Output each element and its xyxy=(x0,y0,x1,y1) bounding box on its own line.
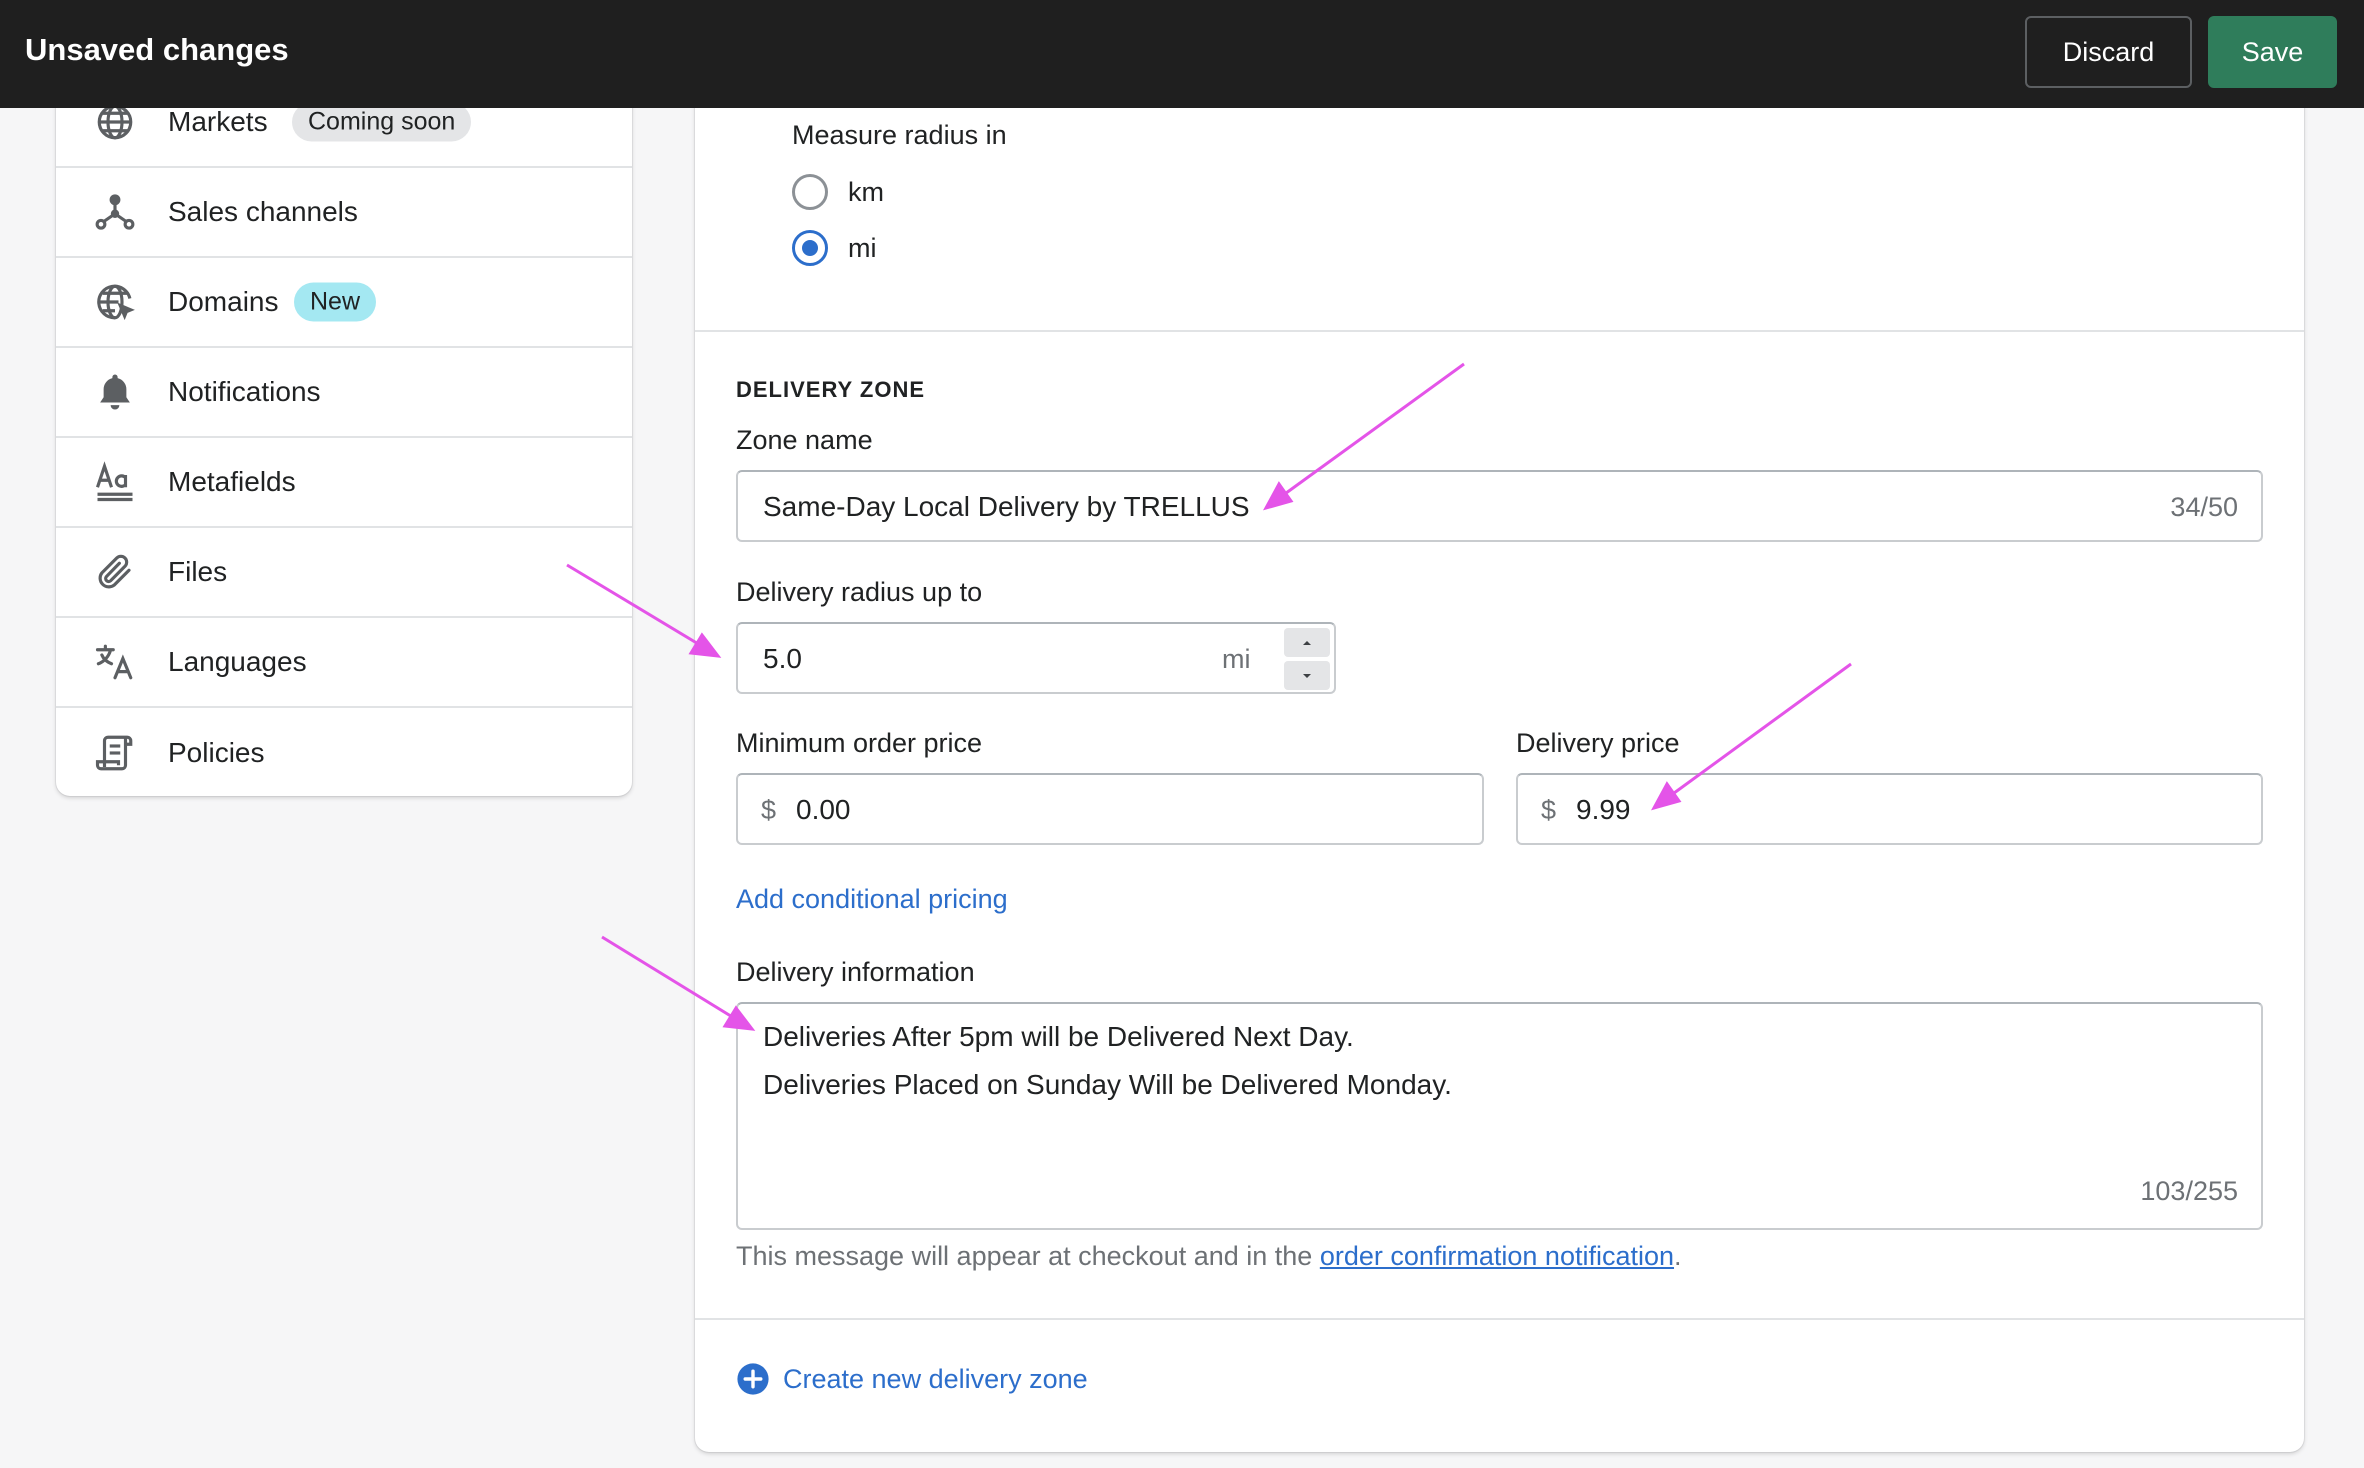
currency-prefix: $ xyxy=(761,795,777,825)
sidebar-item-label: Sales channels xyxy=(168,196,358,227)
translate-icon xyxy=(94,641,136,683)
delivery-price-value: 9.99 xyxy=(1576,794,1631,825)
delivery-zone-heading: DELIVERY ZONE xyxy=(736,377,926,402)
delivery-information-label: Delivery information xyxy=(736,957,975,987)
stepper-up-button[interactable] xyxy=(1284,628,1330,657)
stepper-down-button[interactable] xyxy=(1284,661,1330,690)
sidebar-item-sales-channels[interactable]: Sales channels xyxy=(56,168,632,258)
sidebar-item-files[interactable]: Files xyxy=(56,528,632,618)
zone-name-label: Zone name xyxy=(736,425,873,455)
sidebar-item-label: Files xyxy=(168,556,228,587)
delivery-information-char-count: 103/255 xyxy=(2140,1176,2238,1206)
radio-km[interactable] xyxy=(792,174,828,210)
discard-button[interactable]: Discard xyxy=(2025,16,2192,88)
measure-radius-label: Measure radius in xyxy=(792,120,1007,150)
section-divider xyxy=(695,1318,2304,1320)
delivery-settings-card: Measure radius in km mi DELIVERY ZONE Zo… xyxy=(695,90,2304,1452)
delivery-radius-label: Delivery radius up to xyxy=(736,577,983,607)
add-conditional-pricing-link[interactable]: Add conditional pricing xyxy=(736,884,1008,915)
zone-name-char-count: 34/50 xyxy=(2170,492,2238,522)
sidebar-item-label: Metafields xyxy=(168,466,296,497)
radio-km-label: km xyxy=(848,177,884,207)
zone-name-input[interactable]: Same-Day Local Delivery by TRELLUS 34/50 xyxy=(736,470,2263,542)
zone-name-value: Same-Day Local Delivery by TRELLUS xyxy=(763,491,1250,522)
bell-icon xyxy=(94,371,136,413)
create-new-delivery-zone-label: Create new delivery zone xyxy=(783,1363,1088,1394)
save-button[interactable]: Save xyxy=(2208,16,2337,88)
sidebar-item-languages[interactable]: Languages xyxy=(56,618,632,708)
delivery-radius-unit: mi xyxy=(1222,644,1251,674)
globe-cursor-icon xyxy=(94,281,136,323)
order-confirmation-notification-link[interactable]: order confirmation notification xyxy=(1320,1241,1674,1271)
minimum-order-price-input[interactable]: $ 0.00 xyxy=(736,773,1484,845)
sidebar-item-domains[interactable]: Domains New xyxy=(56,258,632,348)
unsaved-changes-title: Unsaved changes xyxy=(25,32,289,67)
new-badge: New xyxy=(294,282,377,322)
help-text-end: . xyxy=(1674,1241,1682,1271)
create-new-delivery-zone-button[interactable]: Create new delivery zone xyxy=(736,1362,1088,1396)
sales-channels-icon xyxy=(94,191,136,233)
sidebar-item-policies[interactable]: Policies xyxy=(56,708,632,796)
delivery-radius-input[interactable]: 5.0 mi xyxy=(736,622,1336,694)
minimum-order-price-value: 0.00 xyxy=(796,794,851,825)
delivery-information-line-1: Deliveries After 5pm will be Delivered N… xyxy=(763,1021,1354,1052)
sidebar-item-label: Languages xyxy=(168,646,307,677)
radius-stepper xyxy=(1284,628,1330,690)
radio-mi[interactable] xyxy=(792,230,828,266)
coming-soon-badge: Coming soon xyxy=(292,102,472,142)
policy-scroll-icon xyxy=(94,732,136,774)
delivery-information-line-2: Deliveries Placed on Sunday Will be Deli… xyxy=(763,1069,1452,1100)
sidebar-item-metafields[interactable]: Metafields xyxy=(56,438,632,528)
paperclip-icon xyxy=(94,551,136,593)
section-divider xyxy=(695,330,2304,332)
sidebar-item-label: Policies xyxy=(168,737,265,768)
delivery-information-textarea[interactable]: Deliveries After 5pm will be Delivered N… xyxy=(736,1002,2263,1230)
help-text: This message will appear at checkout and… xyxy=(736,1241,1320,1271)
sidebar-item-label: Domains xyxy=(168,286,279,317)
top-bar: Unsaved changes Discard Save xyxy=(0,0,2364,108)
delivery-price-label: Delivery price xyxy=(1516,728,1680,758)
currency-prefix: $ xyxy=(1541,795,1557,825)
sidebar-item-notifications[interactable]: Notifications xyxy=(56,348,632,438)
radio-mi-label: mi xyxy=(848,233,877,263)
minimum-order-price-label: Minimum order price xyxy=(736,728,983,758)
delivery-information-help: This message will appear at checkout and… xyxy=(736,1241,1682,1272)
metafields-icon xyxy=(94,461,136,503)
sidebar-item-label: Markets xyxy=(168,106,268,137)
sidebar-item-label: Notifications xyxy=(168,376,321,407)
settings-sidebar: Markets Coming soon Sales channels Domai… xyxy=(56,90,632,796)
plus-circle-icon xyxy=(737,1363,769,1395)
delivery-radius-value: 5.0 xyxy=(763,643,802,674)
caret-up-icon xyxy=(1303,640,1311,645)
delivery-price-input[interactable]: $ 9.99 xyxy=(1516,773,2263,845)
caret-down-icon xyxy=(1303,673,1311,678)
